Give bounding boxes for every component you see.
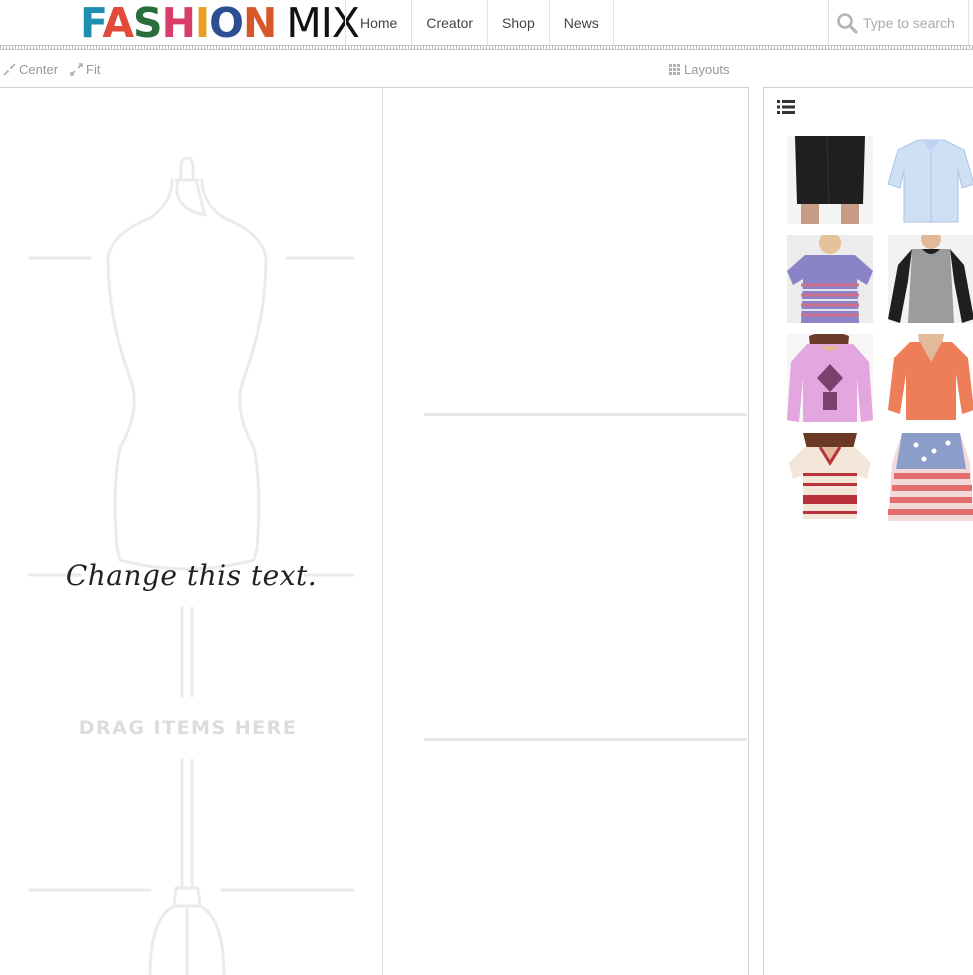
mannequin-silhouette-icon (28, 156, 355, 975)
mannequin-drop-zone[interactable]: Change this text. DRAG ITEMS HERE (0, 88, 383, 975)
search-input[interactable] (863, 15, 967, 31)
tribal-tee-icon (787, 235, 873, 323)
search-box (828, 0, 969, 46)
fit-icon (70, 63, 83, 76)
fashion-mix-logo[interactable]: FASHION MIX (80, 3, 360, 44)
blue-shirt-icon (888, 136, 973, 224)
logo-letter: O (209, 0, 244, 47)
nav-news[interactable]: News (548, 0, 614, 46)
logo-word-fashion: FASHION (80, 3, 277, 44)
item-thumbnail-flag-top[interactable] (888, 433, 973, 521)
fit-label: Fit (86, 62, 101, 77)
drop-hint-label: DRAG ITEMS HERE (78, 717, 298, 739)
top-header: FASHION MIX Home Creator Shop News (0, 0, 973, 46)
item-thumbnail-skirt[interactable] (787, 136, 873, 224)
logo-letter: N (243, 0, 277, 47)
nav-home[interactable]: Home (345, 0, 411, 46)
center-icon (3, 63, 16, 76)
logo-letter: S (133, 0, 163, 47)
item-thumbnail-raglan-tee[interactable] (888, 235, 973, 323)
item-thumbnail-lavender-tee[interactable] (787, 334, 873, 422)
nav-shop[interactable]: Shop (487, 0, 549, 46)
item-thumbnail-tribal-tee[interactable] (787, 235, 873, 323)
grid-icon (668, 63, 681, 76)
item-thumbnail-coral-tee[interactable] (888, 334, 973, 422)
coral-tee-icon (888, 334, 973, 422)
logo-letter: A (102, 0, 134, 47)
layouts-label: Layouts (684, 62, 730, 77)
outfit-canvas[interactable]: Change this text. DRAG ITEMS HERE (0, 87, 749, 975)
layouts-button[interactable]: Layouts (668, 62, 730, 77)
item-thumbnail-blue-shirt[interactable] (888, 136, 973, 224)
items-sidebar (763, 87, 973, 975)
fit-button[interactable]: Fit (70, 62, 100, 77)
center-button[interactable]: Center (3, 62, 58, 77)
item-thumbnail-striped-henley[interactable] (787, 433, 873, 521)
logo-letter: H (161, 0, 196, 47)
raglan-tee-icon (888, 235, 973, 323)
list-icon[interactable] (777, 99, 795, 120)
flag-top-icon (888, 433, 973, 521)
black-skirt-icon (787, 136, 873, 224)
slot-divider-bottom (424, 738, 747, 741)
logo-letter: F (80, 0, 103, 47)
center-label: Center (19, 62, 59, 77)
nav-creator[interactable]: Creator (411, 0, 487, 46)
slot-divider-top (424, 413, 747, 416)
main-nav: Home Creator Shop News (345, 0, 614, 46)
search-icon[interactable] (836, 12, 858, 34)
striped-henley-icon (787, 433, 873, 521)
lavender-tee-icon (787, 334, 873, 422)
logo-letter: I (194, 0, 210, 47)
canvas-caption-text[interactable]: Change this text. (0, 559, 383, 592)
canvas-toolbar: Center Fit Layouts (0, 62, 760, 82)
header-divider (0, 45, 973, 50)
